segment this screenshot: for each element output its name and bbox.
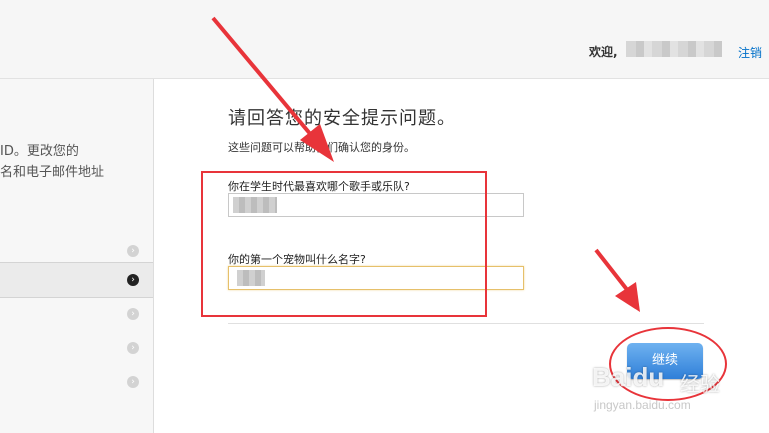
arrow-line-1 bbox=[211, 16, 324, 150]
watermark-url: jingyan.baidu.com bbox=[594, 398, 691, 412]
arrow-head-2 bbox=[615, 282, 640, 312]
watermark-logo-cn: 经验 bbox=[680, 372, 720, 396]
watermark-logo: Baidu bbox=[592, 362, 665, 392]
